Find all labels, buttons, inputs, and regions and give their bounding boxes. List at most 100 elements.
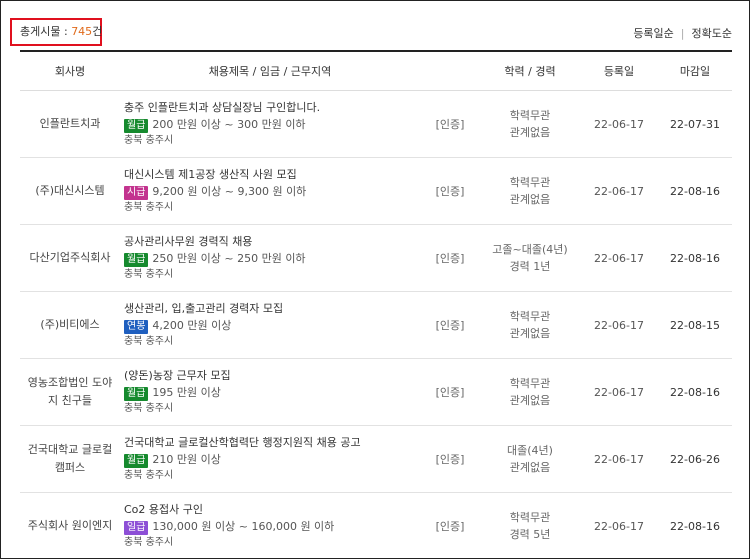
table-row[interactable]: 주식회사 원이엔지 Co2 용접사 구인 일급 130,000 원 이상 ~ 16… <box>20 492 732 558</box>
job-pay: 월급 210 만원 이상 <box>124 451 420 468</box>
company-name[interactable]: 영농조합법인 도야지 친구들 <box>20 358 120 426</box>
header-job: 채용제목 / 임금 / 근무지역 <box>120 51 420 91</box>
pay-range: 130,000 원 이상 ~ 160,000 원 이하 <box>152 519 335 533</box>
pay-type-badge: 시급 <box>124 185 149 200</box>
education: 학력무관 <box>509 310 551 323</box>
registered-date: 22-06-17 <box>580 358 658 426</box>
job-title-link[interactable]: 건국대학교 글로컬산학협력단 행정지원직 채용 공고 <box>124 435 420 451</box>
education: 학력무관 <box>509 176 551 189</box>
job-title-link[interactable]: Co2 용접사 구인 <box>124 502 420 518</box>
registered-date: 22-06-17 <box>580 224 658 292</box>
registered-date: 22-06-17 <box>580 157 658 225</box>
total-count: 745 <box>71 25 93 38</box>
header-education: 학력 / 경력 <box>480 51 580 91</box>
sort-by-accuracy-link[interactable]: 정확도순 <box>692 27 732 40</box>
pay-range: 195 만원 이상 <box>152 385 221 399</box>
experience: 관계없음 <box>509 327 551 340</box>
job-listing-panel: 총게시물 : 745건 등록일순 | 정확도순 회사명 채용제목 / 임금 / 근무… <box>0 0 750 559</box>
table-row[interactable]: (주)비티에스 생산관리, 입,출고관리 경력자 모집 연봉 4,200 만원 이… <box>20 291 732 359</box>
deadline-date: 22-08-16 <box>658 157 732 225</box>
table-header-row: 회사명 채용제목 / 임금 / 근무지역 학력 / 경력 등록일 마감일 <box>20 51 732 91</box>
education: 학력무관 <box>509 511 551 524</box>
job-location: 충북 충주시 <box>124 201 174 213</box>
header-cert <box>420 51 480 91</box>
pay-type-badge: 월급 <box>124 386 149 401</box>
job-cell: 충주 인플란트치과 상담실장님 구인합니다. 월급 200 만원 이상 ~ 300… <box>120 90 420 158</box>
job-cell: Co2 용접사 구인 일급 130,000 원 이상 ~ 160,000 원 이하… <box>120 492 420 558</box>
job-location: 충북 충주시 <box>124 134 174 146</box>
deadline-date: 22-08-16 <box>658 492 732 558</box>
job-title-link[interactable]: 생산관리, 입,출고관리 경력자 모집 <box>124 301 420 317</box>
deadline-date: 22-08-16 <box>658 224 732 292</box>
sort-separator: | <box>680 27 685 40</box>
company-name[interactable]: 다산기업주식회사 <box>20 224 120 292</box>
header-registered: 등록일 <box>580 51 658 91</box>
pay-range: 9,200 원 이상 ~ 9,300 원 이하 <box>152 184 307 198</box>
pay-range: 200 만원 이상 ~ 300 만원 이하 <box>152 117 306 131</box>
job-title-link[interactable]: 대신시스템 제1공장 생산직 사원 모집 <box>124 167 420 183</box>
cert-mark: [인증] <box>420 157 480 225</box>
education-experience: 학력무관 관계없음 <box>480 90 580 158</box>
cert-mark: [인증] <box>420 224 480 292</box>
company-name[interactable]: (주)대신시스템 <box>20 157 120 225</box>
total-label: 총게시물 : <box>20 25 72 38</box>
job-location: 충북 충주시 <box>124 402 174 414</box>
sort-by-date-link[interactable]: 등록일순 <box>633 27 673 40</box>
job-cell: 생산관리, 입,출고관리 경력자 모집 연봉 4,200 만원 이상 충북 충주시 <box>120 291 420 359</box>
pay-range: 4,200 만원 이상 <box>152 318 232 332</box>
pay-type-badge: 월급 <box>124 252 149 267</box>
registered-date: 22-06-17 <box>580 492 658 558</box>
deadline-date: 22-08-15 <box>658 291 732 359</box>
job-cell: (양돈)농장 근무자 모집 월급 195 만원 이상 충북 충주시 <box>120 358 420 426</box>
table-row[interactable]: (주)대신시스템 대신시스템 제1공장 생산직 사원 모집 시급 9,200 원 … <box>20 157 732 225</box>
experience: 경력 5년 <box>509 528 551 541</box>
job-cell: 건국대학교 글로컬산학협력단 행정지원직 채용 공고 월급 210 만원 이상 충… <box>120 425 420 493</box>
company-name[interactable]: 인플란트치과 <box>20 90 120 158</box>
education-experience: 학력무관 관계없음 <box>480 291 580 359</box>
cert-mark: [인증] <box>420 425 480 493</box>
pay-type-badge: 연봉 <box>124 319 149 334</box>
company-name[interactable]: 주식회사 원이엔지 <box>20 492 120 558</box>
pay-type-badge: 일급 <box>124 520 149 535</box>
experience: 경력 1년 <box>509 260 551 273</box>
job-location: 충북 충주시 <box>124 536 174 548</box>
job-pay: 일급 130,000 원 이상 ~ 160,000 원 이하 <box>124 518 420 535</box>
job-pay: 월급 250 만원 이상 ~ 250 만원 이하 <box>124 250 420 267</box>
deadline-date: 22-08-16 <box>658 358 732 426</box>
header-deadline: 마감일 <box>658 51 732 91</box>
deadline-date: 22-06-26 <box>658 425 732 493</box>
education: 학력무관 <box>509 377 551 390</box>
pay-type-badge: 월급 <box>124 453 149 468</box>
job-pay: 연봉 4,200 만원 이상 <box>124 317 420 334</box>
table-row[interactable]: 다산기업주식회사 공사관리사무원 경력직 채용 월급 250 만원 이상 ~ 25… <box>20 224 732 292</box>
table-row[interactable]: 영농조합법인 도야지 친구들 (양돈)농장 근무자 모집 월급 195 만원 이상… <box>20 358 732 426</box>
job-location: 충북 충주시 <box>124 469 174 481</box>
job-pay: 월급 200 만원 이상 ~ 300 만원 이하 <box>124 116 420 133</box>
education-experience: 대졸(4년) 관계없음 <box>480 425 580 493</box>
job-pay: 월급 195 만원 이상 <box>124 384 420 401</box>
job-title-link[interactable]: (양돈)농장 근무자 모집 <box>124 368 420 384</box>
list-toolbar: 총게시물 : 745건 등록일순 | 정확도순 <box>1 1 749 51</box>
education-experience: 학력무관 관계없음 <box>480 157 580 225</box>
education: 고졸~대졸(4년) <box>492 243 568 256</box>
job-location: 충북 충주시 <box>124 268 174 280</box>
education-experience: 고졸~대졸(4년) 경력 1년 <box>480 224 580 292</box>
job-title-link[interactable]: 공사관리사무원 경력직 채용 <box>124 234 420 250</box>
experience: 관계없음 <box>509 394 551 407</box>
education-experience: 학력무관 관계없음 <box>480 358 580 426</box>
company-name[interactable]: 건국대학교 글로컬 캠퍼스 <box>20 425 120 493</box>
cert-mark: [인증] <box>420 358 480 426</box>
pay-range: 250 만원 이상 ~ 250 만원 이하 <box>152 251 306 265</box>
job-title-link[interactable]: 충주 인플란트치과 상담실장님 구인합니다. <box>124 100 420 116</box>
table-row[interactable]: 건국대학교 글로컬 캠퍼스 건국대학교 글로컬산학협력단 행정지원직 채용 공고… <box>20 425 732 493</box>
total-unit: 건 <box>92 25 103 38</box>
table-row[interactable]: 인플란트치과 충주 인플란트치과 상담실장님 구인합니다. 월급 200 만원 이… <box>20 90 732 158</box>
job-table: 회사명 채용제목 / 임금 / 근무지역 학력 / 경력 등록일 마감일 인플란… <box>20 50 732 558</box>
experience: 관계없음 <box>509 193 551 206</box>
job-pay: 시급 9,200 원 이상 ~ 9,300 원 이하 <box>124 183 420 200</box>
job-cell: 대신시스템 제1공장 생산직 사원 모집 시급 9,200 원 이상 ~ 9,30… <box>120 157 420 225</box>
education: 학력무관 <box>509 109 551 122</box>
company-name[interactable]: (주)비티에스 <box>20 291 120 359</box>
registered-date: 22-06-17 <box>580 90 658 158</box>
header-company: 회사명 <box>20 51 120 91</box>
